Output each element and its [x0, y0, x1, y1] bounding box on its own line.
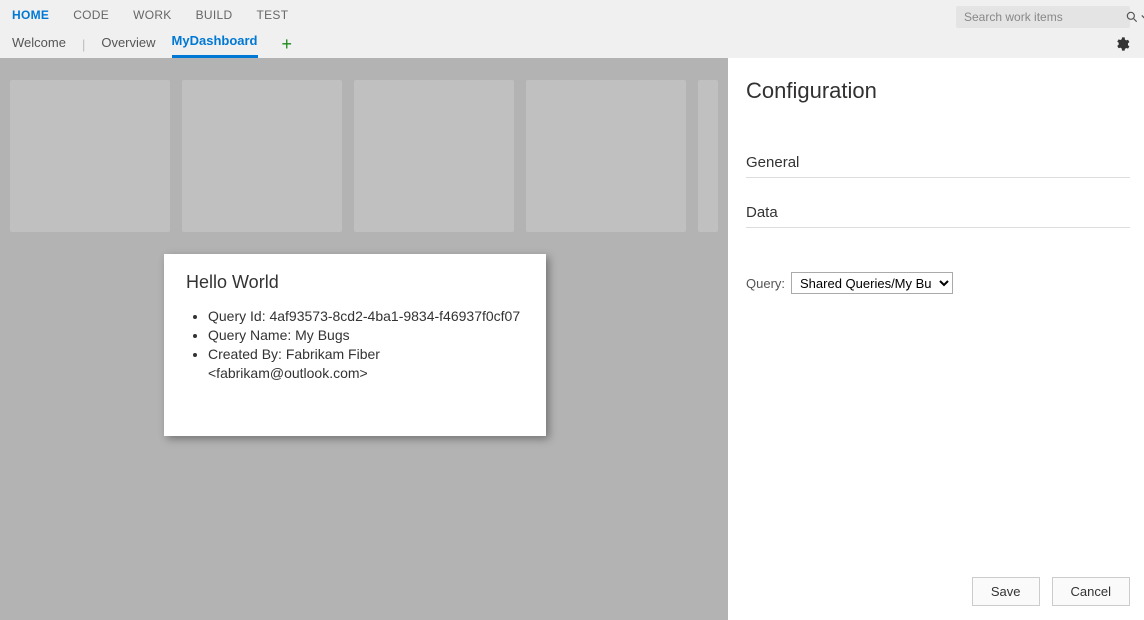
- nav-sub: Welcome | Overview MyDashboard +: [0, 30, 1144, 58]
- dashboard-canvas: Hello World Query Id: 4af93573-8cd2-4ba1…: [0, 58, 728, 620]
- gear-icon[interactable]: [1114, 36, 1130, 52]
- section-data[interactable]: Data: [746, 204, 1130, 228]
- cancel-button[interactable]: Cancel: [1052, 577, 1130, 606]
- widget-card[interactable]: Hello World Query Id: 4af93573-8cd2-4ba1…: [164, 254, 546, 436]
- nav-test[interactable]: TEST: [256, 8, 288, 22]
- search-icon[interactable]: [1119, 10, 1144, 24]
- save-button[interactable]: Save: [972, 577, 1040, 606]
- placeholder-tile[interactable]: [354, 80, 514, 232]
- widget-title: Hello World: [186, 272, 524, 293]
- search-box[interactable]: [956, 6, 1130, 28]
- placeholder-tile[interactable]: [698, 80, 718, 232]
- nav-work[interactable]: WORK: [133, 8, 172, 22]
- config-title: Configuration: [746, 78, 1130, 104]
- nav-code[interactable]: CODE: [73, 8, 109, 22]
- section-general[interactable]: General: [746, 154, 1130, 178]
- query-select[interactable]: Shared Queries/My Bugs: [791, 272, 953, 294]
- separator: |: [82, 37, 85, 52]
- add-tab-button[interactable]: +: [282, 35, 293, 53]
- placeholder-tile[interactable]: [10, 80, 170, 232]
- placeholder-tile[interactable]: [526, 80, 686, 232]
- nav-build[interactable]: BUILD: [196, 8, 233, 22]
- search-input[interactable]: [956, 6, 1119, 28]
- button-row: Save Cancel: [972, 577, 1130, 606]
- subnav-welcome[interactable]: Welcome: [12, 30, 66, 58]
- main-area: Hello World Query Id: 4af93573-8cd2-4ba1…: [0, 58, 1144, 620]
- header-bar: HOME CODE WORK BUILD TEST Welcome | Over…: [0, 0, 1144, 58]
- nav-home[interactable]: HOME: [12, 8, 49, 22]
- list-item: Created By: Fabrikam Fiber <fabrikam@out…: [208, 345, 524, 383]
- query-row: Query: Shared Queries/My Bugs: [746, 272, 1130, 294]
- config-panel: Configuration General Data Query: Shared…: [728, 58, 1144, 620]
- list-item: Query Id: 4af93573-8cd2-4ba1-9834-f46937…: [208, 307, 524, 326]
- widget-details-list: Query Id: 4af93573-8cd2-4ba1-9834-f46937…: [186, 307, 524, 383]
- tile-row: [10, 80, 718, 232]
- subnav-mydashboard[interactable]: MyDashboard: [172, 30, 258, 58]
- query-label: Query:: [746, 276, 785, 291]
- subnav-overview[interactable]: Overview: [101, 30, 155, 58]
- placeholder-tile[interactable]: [182, 80, 342, 232]
- list-item: Query Name: My Bugs: [208, 326, 524, 345]
